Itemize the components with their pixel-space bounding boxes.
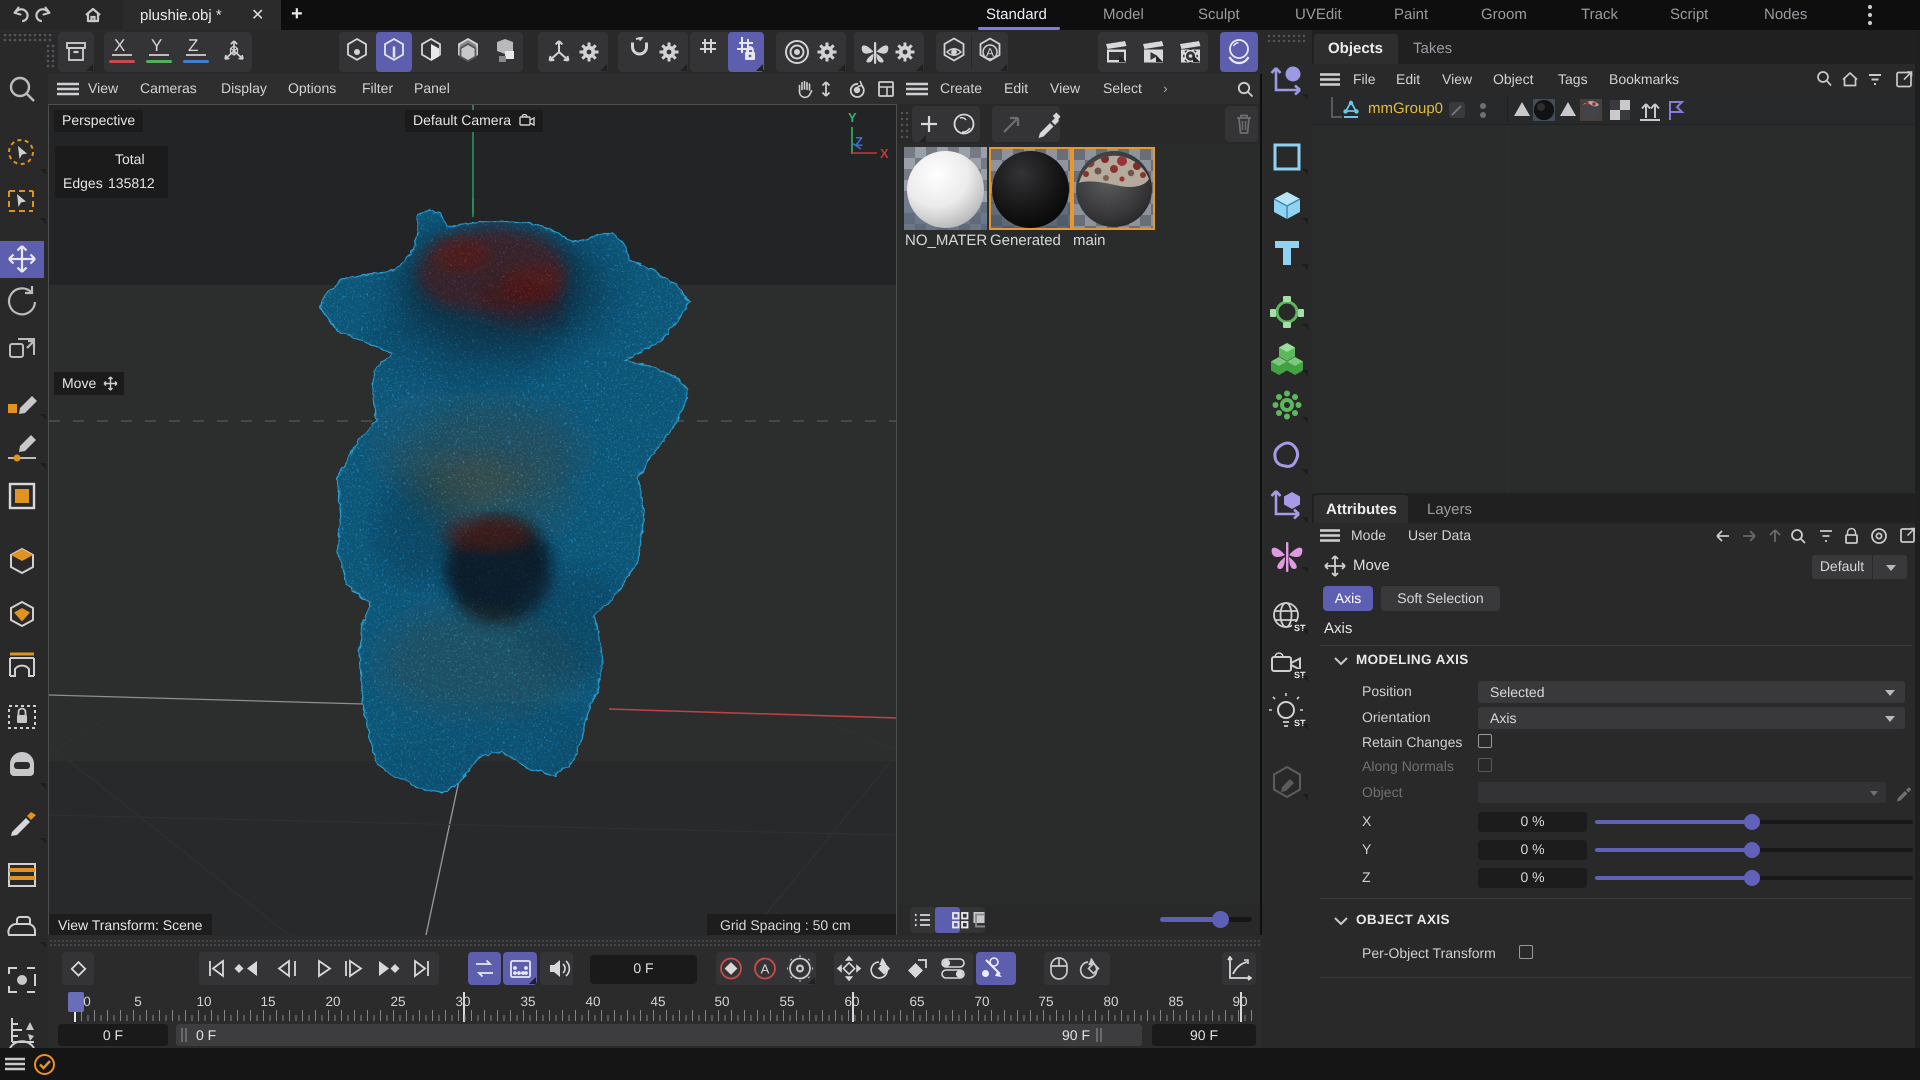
- svg-text:A: A: [761, 962, 770, 977]
- svg-text:Z: Z: [855, 134, 863, 149]
- svg-text:A: A: [986, 46, 994, 60]
- svg-text:Y: Y: [848, 110, 857, 125]
- svg-text:ST: ST: [1294, 718, 1306, 728]
- svg-text:X: X: [880, 146, 889, 161]
- svg-text:ST: ST: [1294, 623, 1306, 633]
- svg-text:ST: ST: [1294, 670, 1306, 680]
